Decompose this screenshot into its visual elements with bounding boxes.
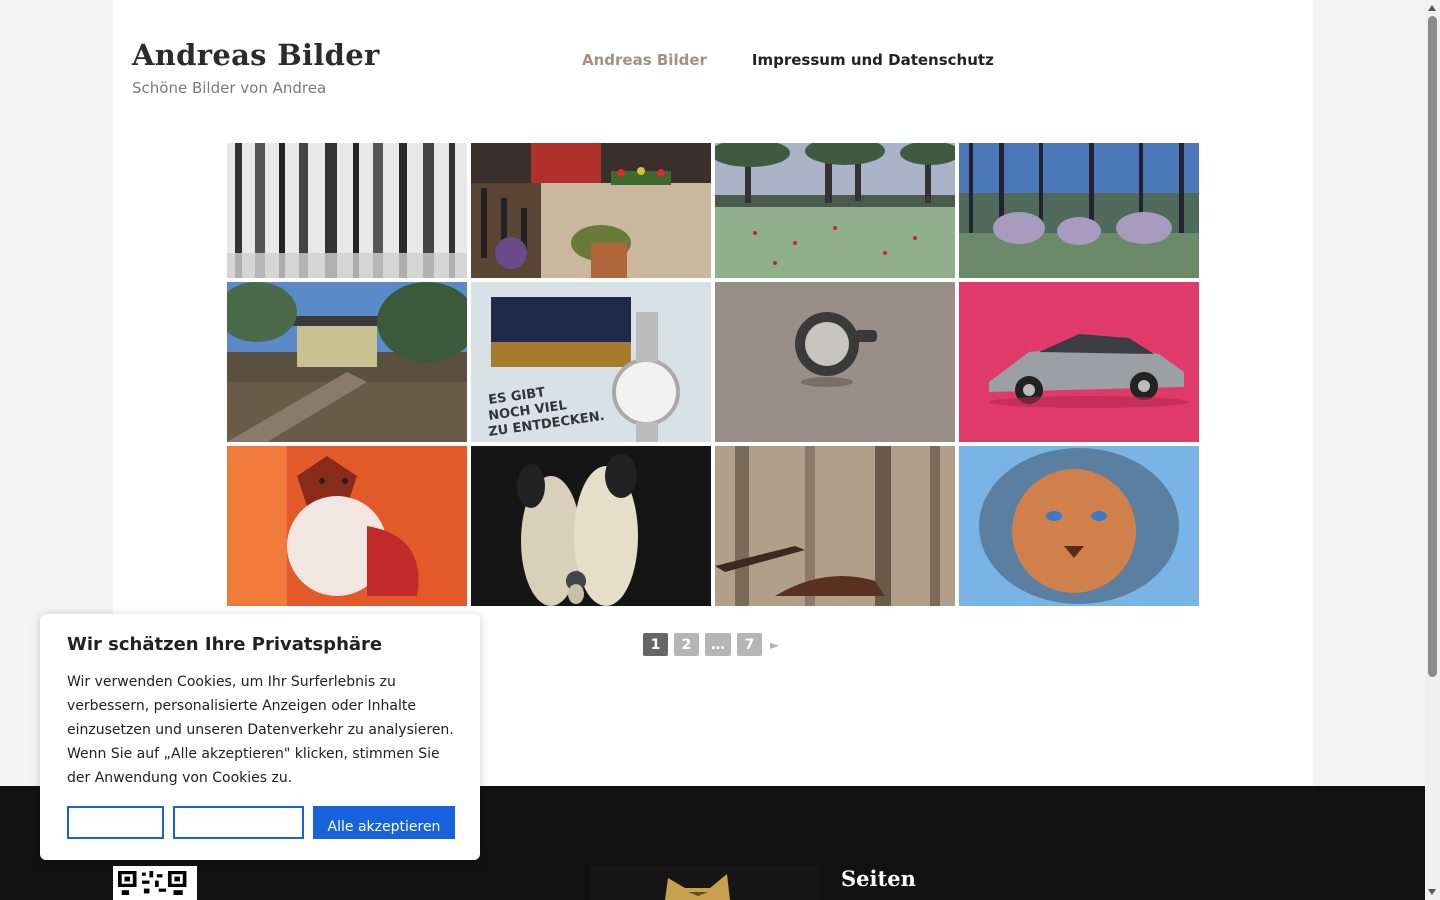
page-7-button[interactable]: 7 (737, 633, 762, 656)
page-ellipsis-button[interactable]: … (705, 633, 731, 656)
scroll-down-icon[interactable] (1428, 889, 1436, 895)
cookie-buttons: Alle akzeptieren (67, 806, 455, 839)
nav-item-andreas-bilder[interactable]: Andreas Bilder (582, 51, 707, 69)
fox-sculpture-image-icon (590, 866, 820, 900)
cup-painting-icon[interactable] (715, 282, 955, 442)
delorean-car-painting-icon[interactable] (959, 282, 1199, 442)
nav-item-impressum[interactable]: Impressum und Datenschutz (752, 51, 994, 69)
footer-pages-heading: Seiten (841, 866, 916, 891)
poppy-meadow-painting-icon[interactable] (715, 143, 955, 278)
fox-forest-painting-icon[interactable] (715, 446, 955, 606)
main-nav: Andreas Bilder Impressum und Datenschutz (582, 51, 994, 69)
flowerpot-stairs-painting-icon[interactable] (471, 143, 711, 278)
qr-code-icon (113, 866, 197, 900)
page-2-button[interactable]: 2 (674, 633, 699, 656)
page-scrollbar[interactable] (1425, 0, 1440, 900)
watch-collage-painting-icon[interactable]: ES GIBT NOCH VIEL ZU ENTDECKEN. (471, 282, 711, 442)
cookie-consent-dialog: Wir schätzen Ihre Privatsphäre Wir verwe… (40, 614, 480, 860)
site-description: Schöne Bilder von Andrea (132, 79, 327, 97)
next-page-arrow-icon[interactable]: ► (770, 638, 779, 652)
scrollbar-thumb[interactable] (1428, 16, 1437, 677)
pagination: 1 2 … 7 ► (643, 633, 779, 656)
penguins-painting-icon[interactable] (471, 446, 711, 606)
birch-forest-painting-icon[interactable] (227, 143, 467, 278)
garden-house-painting-icon[interactable] (227, 282, 467, 442)
lion-drawing-icon[interactable] (959, 446, 1199, 606)
site-title[interactable]: Andreas Bilder (132, 38, 380, 72)
cookie-accept-all-button[interactable]: Alle akzeptieren (313, 806, 455, 839)
cookie-title: Wir schätzen Ihre Privatsphäre (67, 634, 383, 655)
scroll-up-icon[interactable] (1428, 5, 1436, 11)
page-1-button[interactable]: 1 (643, 633, 668, 656)
cookie-text: Wir verwenden Cookies, um Ihr Surferlebn… (67, 674, 454, 786)
cookie-reject-button[interactable] (173, 806, 304, 839)
cookie-customize-button[interactable] (67, 806, 164, 839)
wild-boars-forest-painting-icon[interactable] (959, 143, 1199, 278)
fox-painting-icon[interactable] (227, 446, 467, 606)
